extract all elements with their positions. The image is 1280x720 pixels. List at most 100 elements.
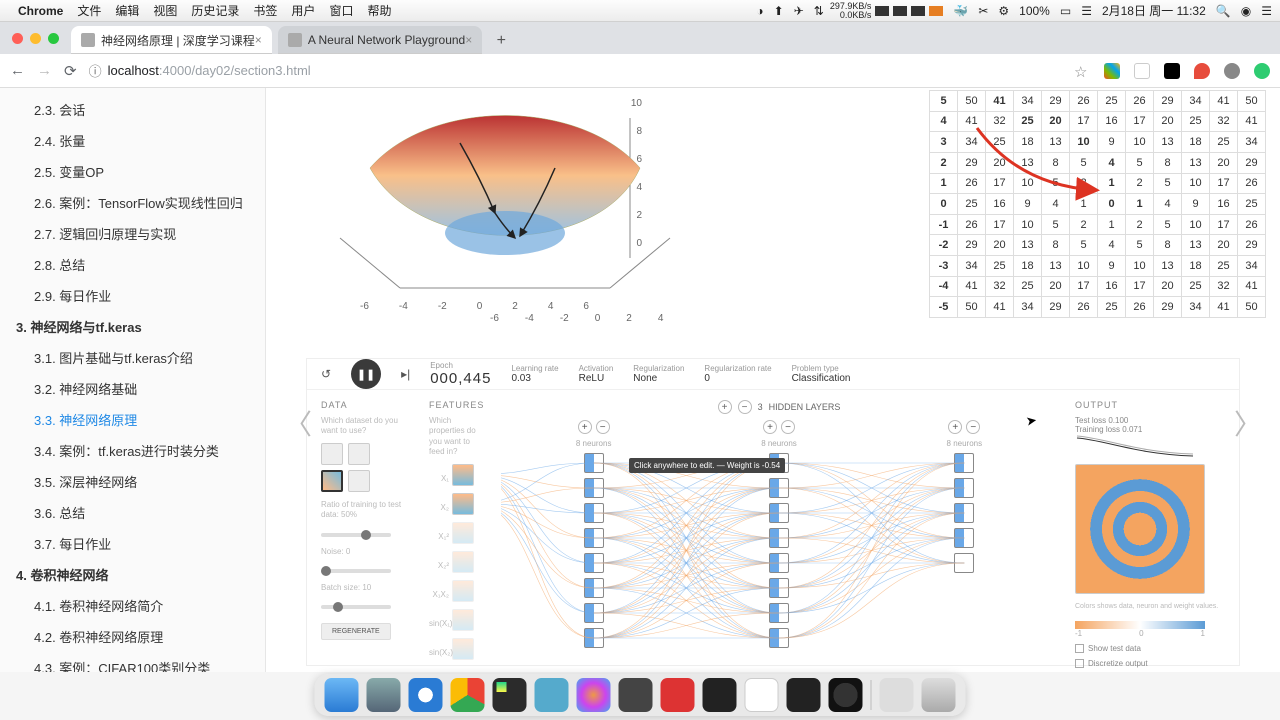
show-test-checkbox[interactable]: Show test data — [1075, 644, 1225, 653]
dock-app[interactable] — [619, 678, 653, 712]
feature-toggle[interactable] — [452, 609, 474, 631]
dataset-option[interactable] — [321, 443, 343, 465]
neuron[interactable] — [769, 528, 789, 548]
sidebar-item[interactable]: 3.5. 深层神经网络 — [0, 466, 265, 497]
scissors-icon[interactable]: ✂ — [978, 4, 988, 18]
add-layer-button[interactable]: + — [718, 400, 732, 414]
sidebar-item[interactable]: 4.2. 卷积神经网络原理 — [0, 621, 265, 652]
play-pause-button[interactable]: ❚❚ — [351, 359, 381, 389]
menu-window[interactable]: 窗口 — [329, 2, 353, 19]
neuron[interactable] — [769, 628, 789, 648]
neuron[interactable] — [954, 478, 974, 498]
sidebar-item[interactable]: 2.5. 变量OP — [0, 156, 265, 187]
neuron[interactable] — [769, 603, 789, 623]
ratio-slider[interactable] — [321, 533, 391, 537]
input-icon[interactable]: ☰ — [1081, 4, 1092, 18]
sidebar-item[interactable]: 2.6. 案例：TensorFlow实现线性回归 — [0, 187, 265, 218]
sidebar-item[interactable]: 2.4. 张量 — [0, 125, 265, 156]
close-window-button[interactable] — [12, 33, 23, 44]
neuron[interactable] — [584, 528, 604, 548]
site-info-icon[interactable]: ⓘ — [89, 61, 102, 80]
sidebar-item[interactable]: 3. 神经网络与tf.keras — [0, 311, 265, 342]
feature-toggle[interactable] — [452, 522, 474, 544]
dock-app[interactable] — [661, 678, 695, 712]
sidebar-item[interactable]: 2.8. 总结 — [0, 249, 265, 280]
new-tab-button[interactable]: + — [488, 28, 514, 54]
dock-app-obs[interactable] — [829, 678, 863, 712]
sidebar-item[interactable]: 3.6. 总结 — [0, 497, 265, 528]
sidebar-item[interactable]: 2.7. 逻辑回归原理与实现 — [0, 218, 265, 249]
remove-neuron-button[interactable]: − — [781, 420, 795, 434]
neuron[interactable] — [954, 553, 974, 573]
output-heatmap[interactable] — [1075, 464, 1205, 594]
status-bar-icon[interactable] — [911, 6, 925, 16]
status-bar-icon[interactable] — [893, 6, 907, 16]
dock-app-pycharm[interactable] — [493, 678, 527, 712]
remove-neuron-button[interactable]: − — [966, 420, 980, 434]
docker-icon[interactable]: 🐳 — [953, 4, 968, 18]
feature-toggle[interactable] — [452, 638, 474, 660]
dock-app-terminal[interactable] — [703, 678, 737, 712]
reload-button[interactable]: ⟳ — [64, 62, 77, 80]
menu-help[interactable]: 帮助 — [367, 2, 391, 19]
menu-edit[interactable]: 编辑 — [115, 2, 139, 19]
browser-tab-active[interactable]: 神经网络原理 | 深度学习课程 × — [71, 26, 272, 54]
minimize-window-button[interactable] — [30, 33, 41, 44]
dataset-option-active[interactable] — [321, 470, 343, 492]
neuron[interactable] — [584, 453, 604, 473]
sidebar-item-active[interactable]: 3.3. 神经网络原理 — [0, 404, 265, 435]
extension-icon[interactable] — [1254, 63, 1270, 79]
sidebar-item[interactable]: 3.2. 神经网络基础 — [0, 373, 265, 404]
status-bar-icon[interactable] — [929, 6, 943, 16]
dock-app-finder[interactable] — [325, 678, 359, 712]
status-icon[interactable]: ◑ — [756, 4, 763, 18]
siri-icon[interactable]: ◉ — [1241, 4, 1251, 18]
sidebar-item[interactable]: 3.4. 案例：tf.keras进行时装分类 — [0, 435, 265, 466]
neuron[interactable] — [584, 503, 604, 523]
batch-slider[interactable] — [321, 605, 391, 609]
extension-icon[interactable] — [1164, 63, 1180, 79]
menu-bookmarks[interactable]: 书签 — [253, 2, 277, 19]
reg-rate-select[interactable]: 0 — [704, 373, 771, 384]
maximize-window-button[interactable] — [48, 33, 59, 44]
updown-icon[interactable]: ⇅ — [814, 4, 824, 18]
wifi-icon[interactable]: ⚙ — [998, 4, 1009, 18]
sidebar-item[interactable]: 4.1. 卷积神经网络简介 — [0, 590, 265, 621]
neuron[interactable] — [584, 628, 604, 648]
sidebar-nav[interactable]: 2.3. 会话2.4. 张量2.5. 变量OP2.6. 案例：TensorFlo… — [0, 88, 266, 672]
dock-app[interactable] — [880, 678, 914, 712]
remove-layer-button[interactable]: − — [738, 400, 752, 414]
neuron[interactable] — [769, 503, 789, 523]
bookmark-star-icon[interactable]: ☆ — [1074, 63, 1090, 79]
learning-rate-select[interactable]: 0.03 — [511, 373, 558, 384]
notifications-icon[interactable]: ☰ — [1261, 4, 1272, 18]
dock-app[interactable] — [367, 678, 401, 712]
neuron[interactable] — [584, 478, 604, 498]
add-neuron-button[interactable]: + — [948, 420, 962, 434]
neuron[interactable] — [584, 553, 604, 573]
remove-neuron-button[interactable]: − — [596, 420, 610, 434]
menu-app[interactable]: Chrome — [18, 4, 63, 18]
url-input[interactable]: ⓘ localhost:4000/day02/section3.html — [89, 61, 1062, 80]
next-slide-button[interactable]: 〉 — [1234, 403, 1262, 443]
problem-type-select[interactable]: Classification — [792, 373, 851, 384]
sidebar-item[interactable]: 2.3. 会话 — [0, 94, 265, 125]
telegram-icon[interactable]: ✈ — [794, 4, 804, 18]
dock-app-safari[interactable] — [409, 678, 443, 712]
regularization-select[interactable]: None — [633, 373, 684, 384]
feature-toggle[interactable] — [452, 493, 474, 515]
menu-user[interactable]: 用户 — [291, 2, 315, 19]
neuron[interactable] — [769, 553, 789, 573]
dock-app[interactable] — [745, 678, 779, 712]
status-bar-icon[interactable] — [875, 6, 889, 16]
feature-toggle[interactable] — [452, 464, 474, 486]
sidebar-item[interactable]: 2.9. 每日作业 — [0, 280, 265, 311]
browser-tab[interactable]: A Neural Network Playground × — [278, 26, 482, 54]
sidebar-item[interactable]: 3.1. 图片基础与tf.keras介绍 — [0, 342, 265, 373]
neuron[interactable] — [769, 578, 789, 598]
sidebar-item[interactable]: 3.7. 每日作业 — [0, 528, 265, 559]
neuron[interactable] — [769, 478, 789, 498]
sidebar-item[interactable]: 4. 卷积神经网络 — [0, 559, 265, 590]
extension-icon[interactable] — [1134, 63, 1150, 79]
noise-slider[interactable] — [321, 569, 391, 573]
